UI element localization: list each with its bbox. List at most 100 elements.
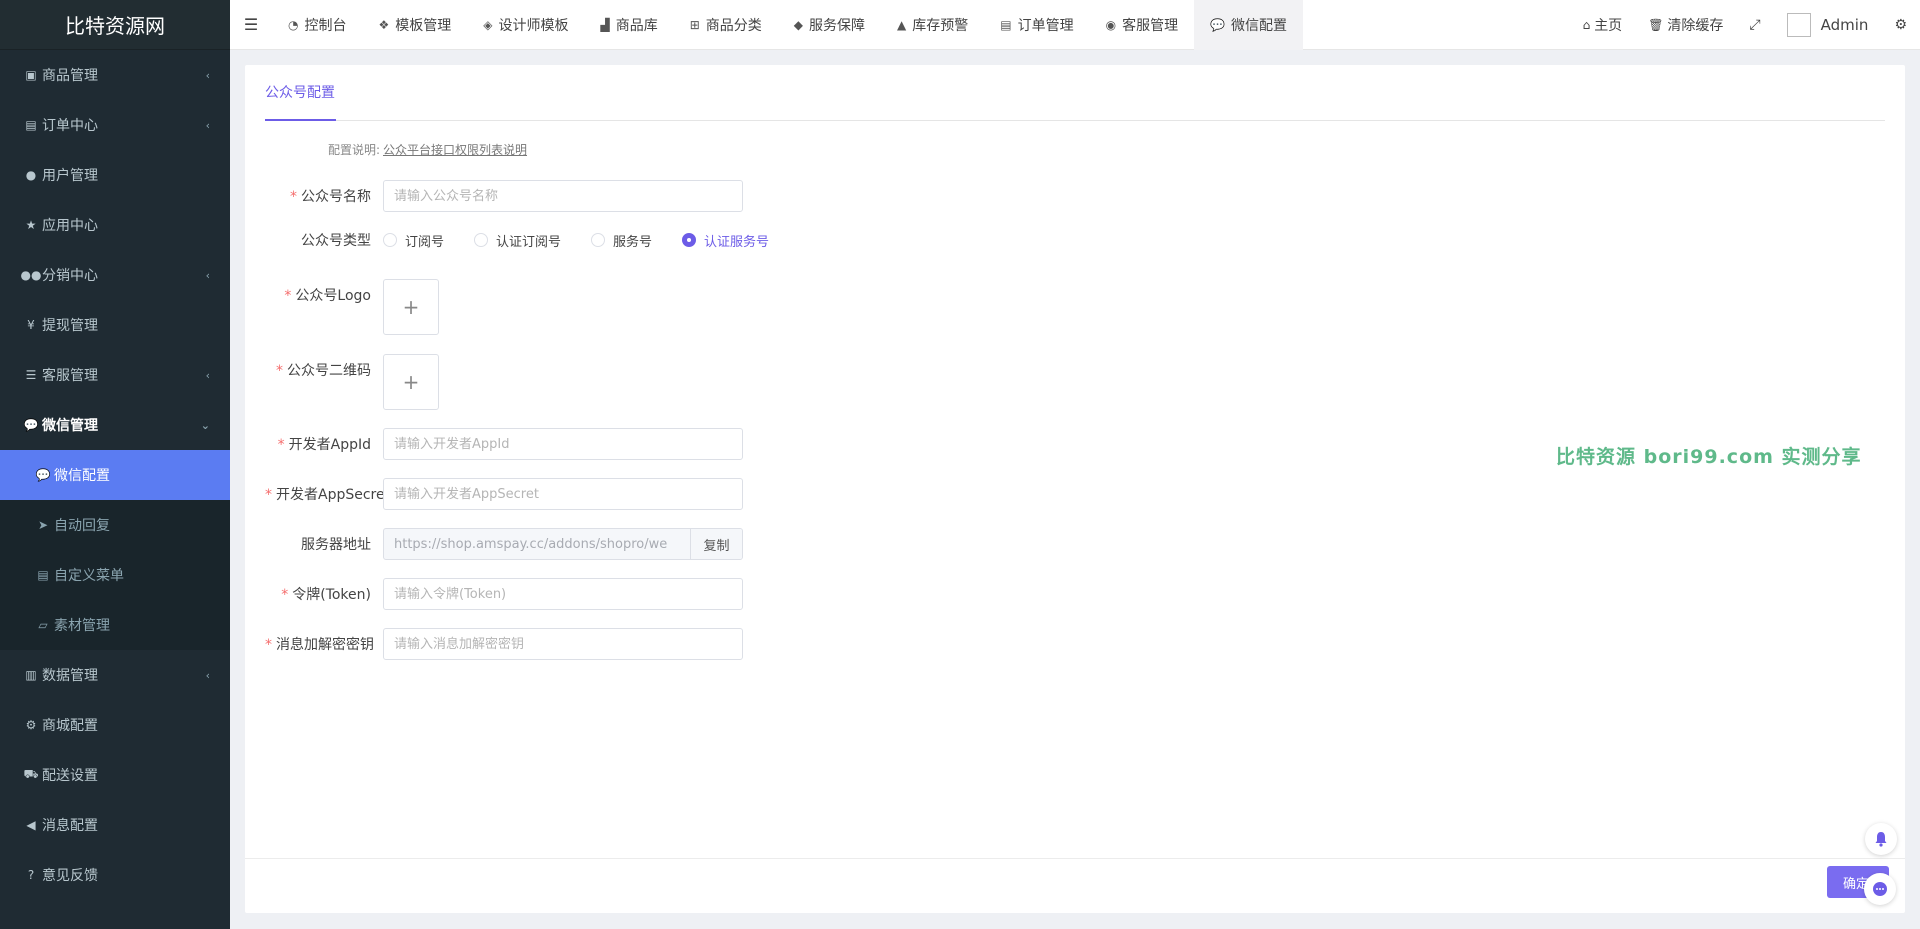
expand-icon: ⤢ (1749, 17, 1761, 33)
nav-tab-label: 微信配置 (1231, 17, 1288, 34)
sidebar-subitem-auto-reply[interactable]: ➤ 自动回复 (0, 500, 230, 550)
appsecret-input[interactable] (383, 478, 743, 510)
name-row: * 公众号名称 (265, 180, 743, 212)
nav-tab-label: 模板管理 (395, 17, 452, 34)
wechat-submenu: 💬 微信配置 ➤ 自动回复 ▤ 自定义菜单 ▱ 素材管理 (0, 450, 230, 650)
logo-upload-button[interactable]: + (383, 279, 439, 335)
appid-input[interactable] (383, 428, 743, 460)
token-label: * 令牌(Token) (281, 587, 371, 603)
sidebar-subitem-wechat-config[interactable]: 💬 微信配置 (0, 450, 230, 500)
qrcode-upload-button[interactable]: + (383, 354, 439, 410)
type-row: 公众号类型 订阅号 认证订阅号 服务号 认证服务号 (265, 230, 799, 250)
nav-tab-categories[interactable]: ⊞ 商品分类 (674, 0, 778, 50)
panel-tab-strip: 公众号配置 (265, 65, 1885, 121)
nav-tab-wechat-config[interactable]: 💬 微信配置 (1194, 0, 1304, 50)
sidebar-item-message[interactable]: ◀ 消息配置 (0, 800, 230, 850)
sidebar-item-service[interactable]: ☰ 客服管理 ‹ (0, 350, 230, 400)
bar-chart-icon: ▥ (25, 668, 37, 682)
nav-tab-service-guarantee[interactable]: ◆ 服务保障 (778, 0, 881, 50)
sidebar-item-wechat[interactable]: 💬 微信管理 ⌄ (0, 400, 230, 450)
user-menu[interactable]: Admin (1774, 0, 1882, 50)
token-input[interactable] (383, 578, 743, 610)
radio-dot (474, 233, 489, 247)
clear-cache-button[interactable]: 🗑 清除缓存 (1635, 0, 1736, 50)
server-url-value[interactable]: https://shop.amspay.cc/addons/shopro/we (384, 529, 690, 559)
tab-official-account-config[interactable]: 公众号配置 (265, 65, 336, 121)
footer-divider (245, 858, 1905, 859)
sidebar-item-feedback[interactable]: ? 意见反馈 (0, 850, 230, 900)
name-input[interactable] (383, 180, 743, 212)
chat-button[interactable] (1864, 873, 1896, 905)
list-icon: ☰ (25, 368, 37, 382)
server-url-field: https://shop.amspay.cc/addons/shopro/we … (383, 528, 743, 560)
chevron-down-icon: ⌄ (200, 418, 210, 432)
tags-icon: ◆ (793, 17, 804, 32)
config-panel: 公众号配置 配置说明: 公众平台接口权限列表说明 *公众号名称 公众号类型 订阅… (245, 65, 1905, 913)
radio-dot (383, 233, 397, 247)
sidebar-item-data[interactable]: ▥ 数据管理 ‹ (0, 650, 230, 700)
sidebar-item-users[interactable]: ● 用户管理 (0, 150, 230, 200)
qrcode-row: * 公众号二维码 + (265, 354, 439, 410)
nav-tab-orders[interactable]: ▤ 订单管理 (984, 0, 1089, 50)
bell-icon (1875, 832, 1887, 847)
radio-subscription[interactable]: 订阅号 (383, 231, 444, 250)
sidebar-item-label: 分销中心 (42, 268, 98, 284)
sidebar-subitem-materials[interactable]: ▱ 素材管理 (0, 600, 230, 650)
api-permission-link[interactable]: 公众平台接口权限列表说明 (383, 141, 527, 158)
sidebar-item-label: 数据管理 (42, 668, 98, 684)
home-label: 主页 (1594, 18, 1623, 34)
sidebar-item-label: 提现管理 (42, 318, 98, 334)
sidebar-item-distribution[interactable]: ●● 分销中心 ‹ (0, 250, 230, 300)
clear-cache-label: 清除缓存 (1667, 18, 1724, 34)
menu-toggle-icon[interactable]: ☰ (230, 0, 272, 50)
nav-tab-label: 库存预警 (912, 17, 969, 34)
cubes-icon: ❖ (378, 17, 390, 32)
watermark: 比特资源 bori99.com 实测分享 (1556, 446, 1862, 468)
nav-tab-product-library[interactable]: ▟ 商品库 (584, 0, 673, 50)
sidebar: 比特资源网 ▣ 商品管理 ‹ ▤ 订单中心 ‹ ● 用户管理 ★ 应用中心 ●●… (0, 0, 230, 929)
server-row: 服务器地址 https://shop.amspay.cc/addons/shop… (265, 528, 743, 560)
sidebar-item-withdraw[interactable]: ¥ 提现管理 (0, 300, 230, 350)
admin-name: Admin (1820, 16, 1869, 34)
sidebar-item-label: 订单中心 (42, 118, 98, 134)
archive-icon: ▣ (25, 68, 37, 82)
nav-tab-designer-templates[interactable]: ◈ 设计师模板 (467, 0, 584, 50)
sidebar-item-products[interactable]: ▣ 商品管理 ‹ (0, 50, 230, 100)
cogs-icon: ⚙ (25, 718, 37, 732)
sidebar-item-orders[interactable]: ▤ 订单中心 ‹ (0, 100, 230, 150)
dashboard-icon: ◔ (288, 17, 299, 32)
settings-button[interactable]: ⚙ (1881, 0, 1920, 50)
notification-button[interactable] (1865, 823, 1897, 855)
home-link[interactable]: ⌂ 主页 (1570, 0, 1636, 50)
radio-verified-service[interactable]: 认证服务号 (682, 231, 769, 250)
file-icon: ▤ (25, 118, 37, 132)
sidebar-item-mall-config[interactable]: ⚙ 商城配置 (0, 700, 230, 750)
nav-tab-dashboard[interactable]: ◔ 控制台 (272, 0, 362, 50)
appsecret-label: * 开发者AppSecret (265, 487, 391, 503)
radio-verified-subscription[interactable]: 认证订阅号 (474, 231, 561, 250)
radio-service[interactable]: 服务号 (591, 231, 652, 250)
aeskey-input[interactable] (383, 628, 743, 660)
aeskey-row: * 消息加解密密钥 (265, 628, 743, 660)
sidebar-item-delivery[interactable]: ⛟ 配送设置 (0, 750, 230, 800)
appid-label: * 开发者AppId (277, 437, 371, 453)
sidebar-item-apps[interactable]: ★ 应用中心 (0, 200, 230, 250)
nav-tab-customer-service[interactable]: ◉ 客服管理 (1090, 0, 1194, 50)
nav-tab-stock-warning[interactable]: ▲ 库存预警 (881, 0, 984, 50)
home-icon: ⌂ (1582, 18, 1591, 32)
type-label: 公众号类型 (301, 233, 371, 249)
fullscreen-button[interactable]: ⤢ (1736, 0, 1773, 50)
plus-icon: + (402, 370, 420, 394)
plus-icon: + (402, 295, 420, 319)
nav-tab-label: 客服管理 (1122, 17, 1179, 34)
sidebar-subitem-custom-menu[interactable]: ▤ 自定义菜单 (0, 550, 230, 600)
chevron-left-icon: ‹ (205, 118, 210, 132)
copy-button[interactable]: 复制 (690, 529, 742, 559)
sidebar-item-label: 微信管理 (42, 418, 98, 434)
nav-tab-templates[interactable]: ❖ 模板管理 (362, 0, 467, 50)
folder-open-icon: ▱ (38, 618, 48, 632)
cube-icon: ◈ (483, 17, 493, 32)
app-logo[interactable]: 比特资源网 (0, 0, 230, 50)
topbar-right: ⌂ 主页 🗑 清除缓存 ⤢ Admin ⚙ (1570, 0, 1920, 50)
sidebar-item-label: 用户管理 (42, 168, 98, 184)
